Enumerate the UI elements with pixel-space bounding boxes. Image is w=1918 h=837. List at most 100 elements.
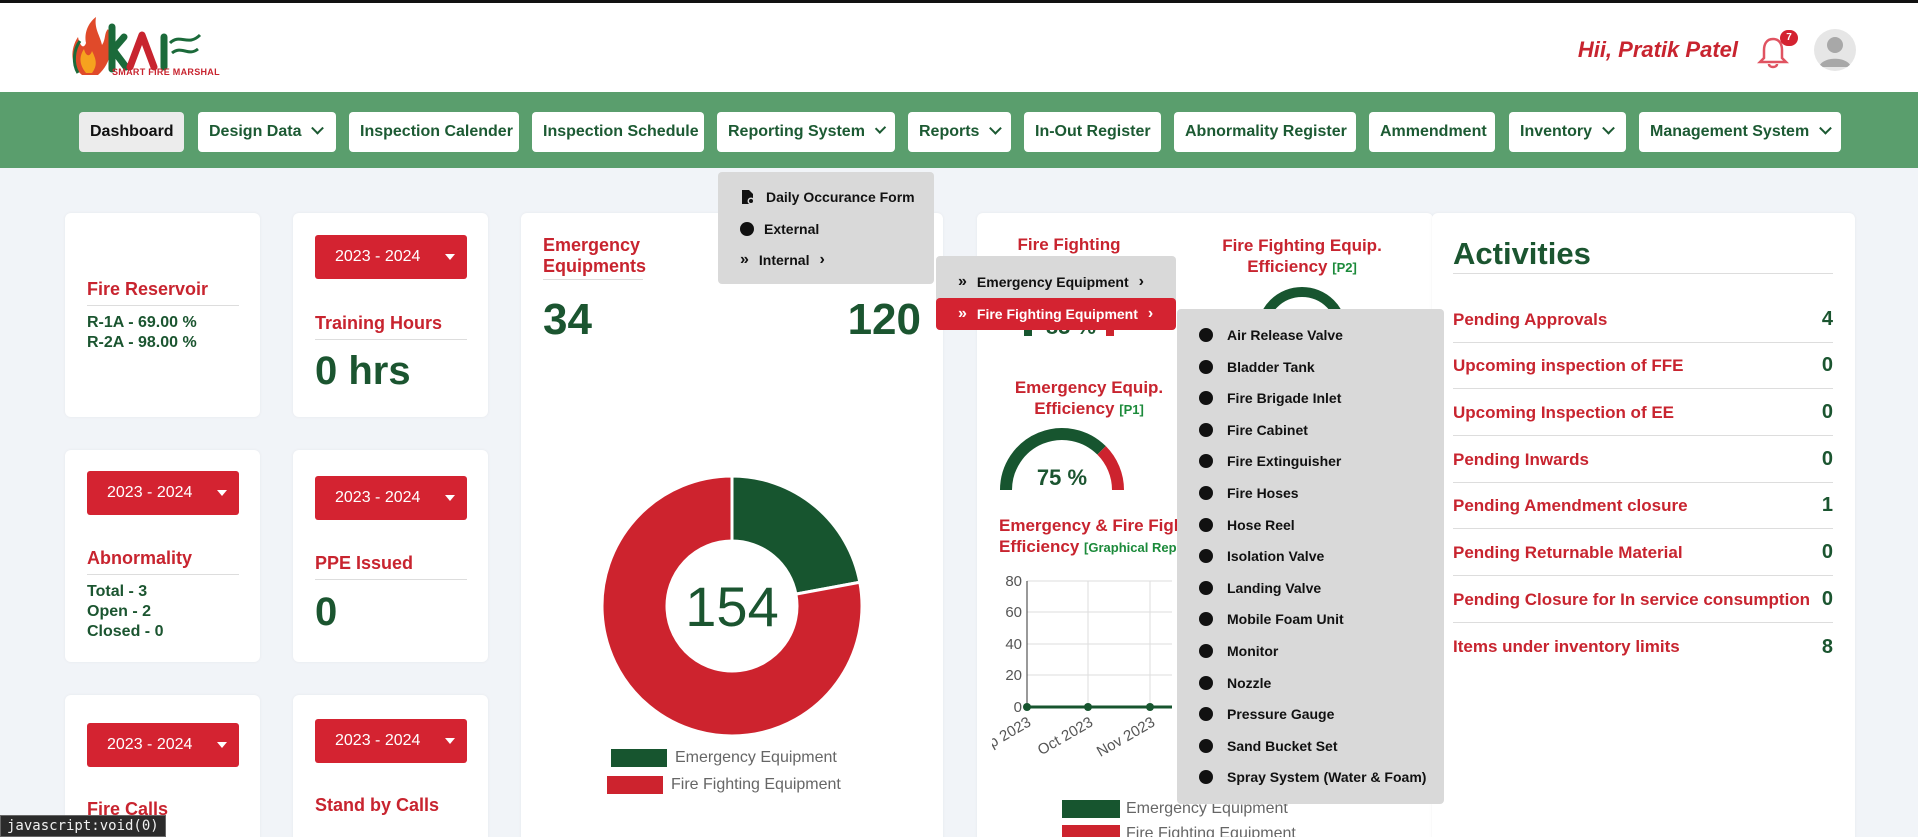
double-chevron-right-icon: »	[958, 273, 967, 290]
menu-item-internal[interactable]: » Internal ›	[740, 250, 825, 270]
card-title: Fire Reservoir	[87, 279, 209, 299]
ffe-p1-gauge: 83 %	[1004, 328, 1134, 368]
submenu-item-ffe[interactable]: Isolation Valve	[1199, 546, 1324, 566]
submenu-item-ffe[interactable]: Fire Brigade Inlet	[1199, 388, 1341, 408]
nav-management-system[interactable]: Management System	[1639, 112, 1841, 152]
title-line: Emergency	[543, 235, 641, 255]
training-hours-value: 0 hrs	[315, 349, 411, 393]
menu-label: Mobile Foam Unit	[1227, 611, 1344, 628]
nav-ammendment[interactable]: Ammendment	[1369, 112, 1495, 152]
year-select-dropdown[interactable]: 2023 - 2024	[87, 723, 239, 767]
legend-label: Fire Fighting Equipment	[671, 776, 841, 793]
activity-row[interactable]: Items under inventory limits 8	[1453, 624, 1833, 670]
user-avatar-icon[interactable]	[1814, 29, 1856, 71]
nav-inspection-calender[interactable]: Inspection Calender	[349, 112, 519, 152]
submenu-item-ffe[interactable]: Fire Cabinet	[1199, 420, 1308, 440]
ee-efficiency-title: Emergency Equip. Efficiency [P1]	[1004, 377, 1174, 420]
training-hours-card: 2023 - 2024 Training Hours 0 hrs	[293, 213, 488, 417]
legend-swatch	[1062, 800, 1120, 818]
nav-abnormality-register[interactable]: Abnormality Register	[1174, 112, 1356, 152]
submenu-item-fire-fighting-equipment[interactable]: » Fire Fighting Equipment ›	[936, 298, 1176, 330]
file-icon	[742, 190, 755, 205]
submenu-item-ffe[interactable]: Monitor	[1199, 641, 1278, 661]
graph-tag: [Graphical Rep	[1084, 540, 1177, 555]
submenu-item-ffe[interactable]: Fire Extinguisher	[1199, 451, 1341, 471]
menu-label: Bladder Tank	[1227, 358, 1315, 375]
submenu-item-ffe[interactable]: Air Release Valve	[1199, 325, 1343, 345]
nav-label: Inventory	[1520, 123, 1593, 140]
bullet-icon	[1199, 391, 1213, 406]
activity-row[interactable]: Pending Inwards 0	[1453, 437, 1833, 483]
submenu-item-ffe[interactable]: Spray System (Water & Foam)	[1199, 767, 1426, 787]
menu-label: Landing Valve	[1227, 579, 1322, 596]
activity-row[interactable]: Pending Closure for In service consumpti…	[1453, 577, 1833, 623]
card-title: Abnormality	[87, 548, 193, 568]
submenu-item-ffe[interactable]: Hose Reel	[1199, 515, 1295, 535]
menu-label: Spray System (Water & Foam)	[1227, 769, 1427, 786]
card-title: Training Hours	[315, 313, 443, 333]
legend-item[interactable]: Fire Fighting Equipment	[607, 776, 841, 794]
nav-inventory[interactable]: Inventory	[1509, 112, 1626, 152]
nav-label: Inspection Schedule	[543, 123, 699, 140]
title-line: Emergency Equip.	[1014, 378, 1164, 397]
donut-center-total: 154	[685, 575, 778, 638]
caret-down-icon	[445, 495, 455, 501]
submenu-item-ffe[interactable]: Mobile Foam Unit	[1199, 609, 1344, 629]
caret-down-icon	[445, 738, 455, 744]
bullet-icon	[1199, 612, 1213, 627]
title-line: Equipments	[543, 256, 647, 276]
chevron-down-icon	[311, 121, 325, 135]
nav-label: In-Out Register	[1035, 123, 1151, 140]
year-select-dropdown[interactable]: 2023 - 2024	[87, 471, 239, 515]
menu-item-external[interactable]: External	[740, 219, 819, 239]
reservoir-r2a: R-2A - 98.00 %	[87, 334, 197, 351]
year-select-dropdown[interactable]: 2023 - 2024	[315, 719, 467, 763]
activity-row[interactable]: Upcoming Inspection of EE 0	[1453, 390, 1833, 436]
submenu-item-ffe[interactable]: Landing Valve	[1199, 578, 1321, 598]
nav-label: Inspection Calender	[360, 123, 513, 140]
menu-label: Isolation Valve	[1227, 548, 1325, 565]
fire-reservoir-card: Fire Reservoir R-1A - 69.00 % R-2A - 98.…	[65, 213, 260, 417]
nav-design-data[interactable]: Design Data	[198, 112, 336, 152]
bullet-icon	[1199, 675, 1213, 690]
menu-label: Nozzle	[1227, 674, 1272, 691]
menu-label: External	[764, 221, 820, 237]
chevron-right-icon: ›	[1138, 273, 1144, 290]
divider	[315, 339, 467, 340]
year-select-dropdown[interactable]: 2023 - 2024	[315, 476, 467, 520]
title-line: Efficiency	[1247, 257, 1328, 276]
legend-item[interactable]: Fire Fighting Equipment	[1062, 825, 1296, 837]
menu-label: Fire Extinguisher	[1227, 453, 1342, 470]
year-select-dropdown[interactable]: 2023 - 2024	[315, 235, 467, 279]
submenu-item-ffe[interactable]: Sand Bucket Set	[1199, 736, 1337, 756]
chevron-right-icon: ›	[819, 251, 825, 268]
card-title: Stand by Calls	[315, 795, 440, 815]
bullet-icon	[1199, 422, 1213, 437]
activity-row[interactable]: Pending Approvals 4	[1453, 297, 1833, 343]
caret-down-icon	[445, 254, 455, 260]
nav-reporting-system[interactable]: Reporting System	[717, 112, 895, 152]
efficiency-legend: Emergency Equipment Fire Fighting Equipm…	[1062, 800, 1296, 837]
submenu-item-emergency-equipment[interactable]: » Emergency Equipment ›	[958, 272, 1144, 292]
nav-dashboard[interactable]: Dashboard	[79, 112, 184, 152]
submenu-item-ffe[interactable]: Fire Hoses	[1199, 483, 1299, 503]
x-tick: Nov 2023	[1094, 714, 1158, 761]
menu-item-daily-occurance-form[interactable]: Daily Occurance Form	[740, 187, 915, 207]
menu-label: Monitor	[1227, 643, 1279, 659]
nav-reports[interactable]: Reports	[908, 112, 1011, 152]
ee-efficiency-value: 75 %	[1036, 465, 1088, 490]
nav-inspection-schedule[interactable]: Inspection Schedule	[532, 112, 704, 152]
activity-row[interactable]: Pending Returnable Material 0	[1453, 530, 1833, 576]
gauge-arc	[1257, 287, 1347, 309]
activity-row[interactable]: Pending Amendment closure 1	[1453, 483, 1833, 529]
nav-in-out-register[interactable]: In-Out Register	[1024, 112, 1161, 152]
submenu-item-ffe[interactable]: Nozzle	[1199, 673, 1271, 693]
menu-label: Fire Cabinet	[1227, 421, 1308, 438]
activity-label: Pending Returnable Material	[1453, 542, 1683, 562]
submenu-item-ffe[interactable]: Pressure Gauge	[1199, 704, 1334, 724]
activity-row[interactable]: Upcoming inspection of FFE 0	[1453, 343, 1833, 389]
submenu-item-ffe[interactable]: Bladder Tank	[1199, 357, 1315, 377]
activity-label: Pending Closure for In service consumpti…	[1453, 589, 1811, 609]
chevron-down-icon	[989, 121, 1002, 134]
legend-item[interactable]: Emergency Equipment	[611, 749, 841, 767]
